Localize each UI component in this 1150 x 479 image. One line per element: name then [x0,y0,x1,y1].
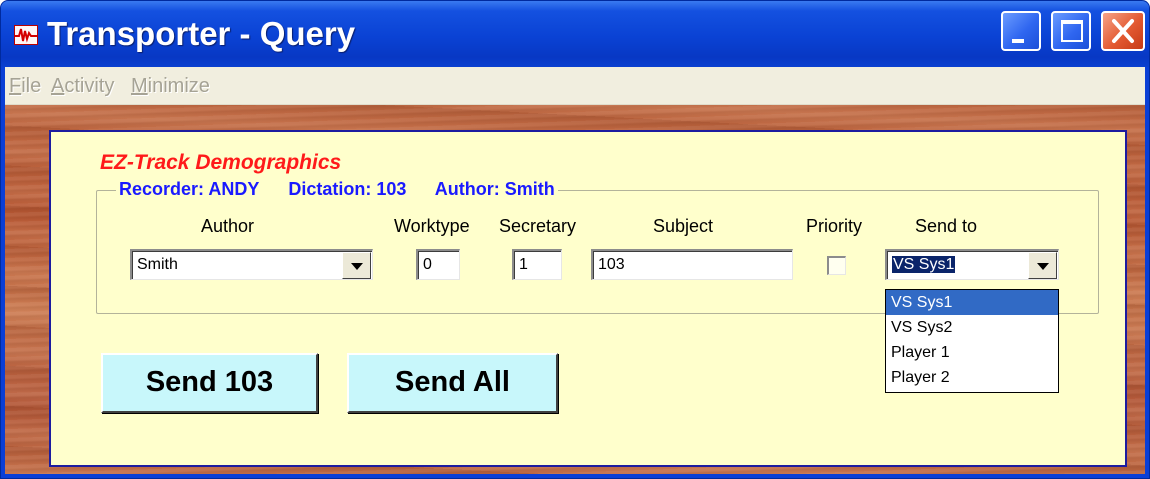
close-button[interactable] [1101,11,1145,51]
secretary-input[interactable]: 1 [512,249,562,280]
menu-file[interactable]: File [9,75,41,98]
window-title: Transporter - Query [47,15,356,52]
menu-bar: File Activity Minimize [5,67,1145,105]
menu-file-label: ile [21,75,42,97]
worktype-column-label: Worktype [394,216,470,236]
menu-activity-hotkey: A [51,75,65,97]
client-area: EZ-Track Demographics Recorder: ANDY Dic… [5,105,1145,474]
menu-minimize-label: inimize [147,75,210,97]
send-to-combobox[interactable]: VS Sys1 [885,249,1059,280]
priority-checkbox[interactable] [827,256,846,275]
send-to-option[interactable]: Player 1 [886,340,1058,365]
panel-title: EZ-Track Demographics [100,151,342,174]
menu-minimize-hotkey: M [131,75,148,97]
groupbox-legend: Recorder: ANDY Dictation: 103 Author: Sm… [116,179,558,200]
secretary-column-label: Secretary [499,216,577,236]
worktype-input[interactable]: 0 [416,249,460,280]
send-to-option[interactable]: VS Sys1 [886,290,1058,315]
send-103-button[interactable]: Send 103 [101,353,318,413]
dictation-label: Dictation: 103 [288,179,407,199]
author-value: Smith [137,256,178,273]
menu-file-hotkey: F [9,75,22,97]
title-bar[interactable]: Transporter - Query [1,1,1149,67]
author-combobox[interactable]: Smith [130,249,373,280]
author-dropdown-arrow-icon[interactable] [342,252,371,279]
priority-column-label: Priority [806,216,863,236]
menu-activity[interactable]: Activity [51,75,114,98]
send-to-option[interactable]: Player 2 [886,365,1058,390]
recorder-label: Recorder: ANDY [119,179,260,199]
author-column-label: Author [201,216,255,236]
waveform-icon[interactable] [14,25,38,45]
menu-activity-label: ctivity [64,75,115,97]
maximize-icon [1061,20,1083,42]
menu-minimize[interactable]: Minimize [131,75,210,98]
demographics-panel: EZ-Track Demographics Recorder: ANDY Dic… [49,130,1127,467]
subject-input[interactable]: 103 [591,249,793,280]
app-window: Transporter - Query File Activity Minimi… [0,0,1150,479]
send-to-option[interactable]: VS Sys2 [886,315,1058,340]
author-info-label: Author: Smith [434,179,555,199]
send-to-column-label: Send to [915,216,978,236]
send-to-dropdown-list: VS Sys1 VS Sys2 Player 1 Player 2 [885,289,1059,393]
send-to-dropdown-arrow-icon[interactable] [1028,252,1057,279]
close-icon [1112,19,1134,43]
send-all-button[interactable]: Send All [347,353,558,413]
minimize-icon [1012,39,1024,43]
maximize-button[interactable] [1051,11,1091,51]
minimize-button[interactable] [1001,11,1041,51]
subject-column-label: Subject [653,216,714,236]
send-to-value: VS Sys1 [890,255,957,274]
